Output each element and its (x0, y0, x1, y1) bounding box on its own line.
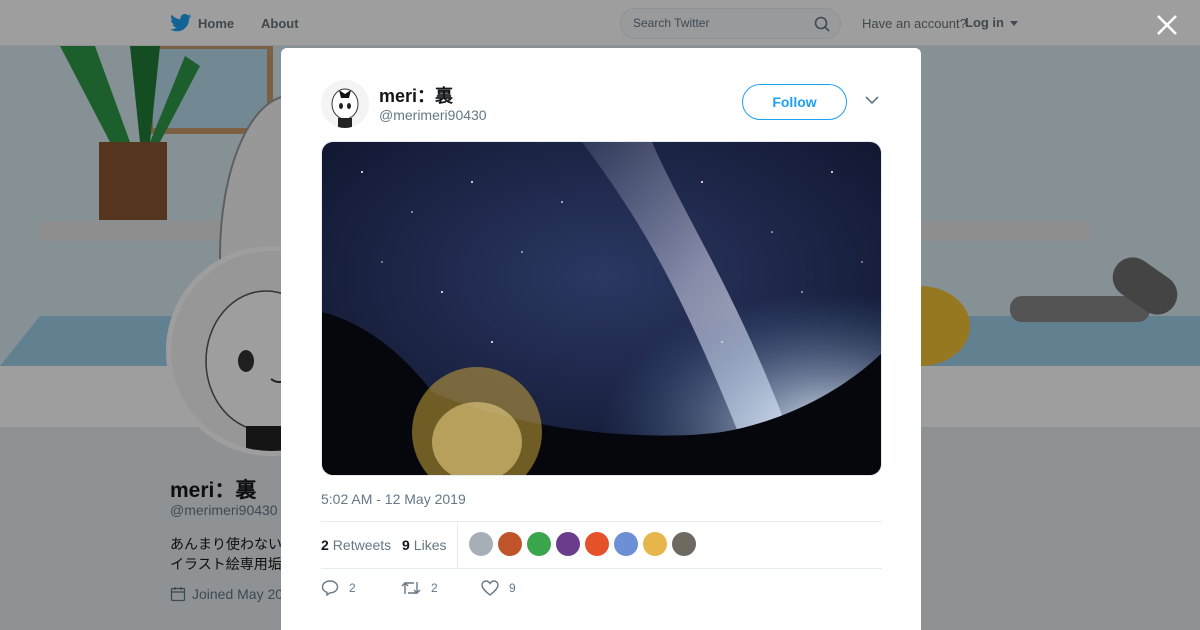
liker-avatar[interactable] (672, 532, 696, 556)
tweet-actions: 2 2 9 (321, 580, 561, 596)
author-avatar[interactable] (321, 80, 369, 128)
tweet-timestamp[interactable]: 5:02 AM - 12 May 2019 (321, 491, 466, 507)
reply-icon (321, 580, 339, 596)
likes-stat[interactable]: 9 Likes (402, 537, 446, 553)
retweets-label: Retweets (332, 537, 392, 553)
retweet-button[interactable]: 2 (401, 580, 481, 596)
retweet-icon (401, 582, 421, 594)
liker-avatar[interactable] (498, 532, 522, 556)
like-icon (481, 580, 499, 596)
like-button[interactable]: 9 (481, 580, 561, 596)
tweet-photo[interactable] (321, 141, 882, 476)
close-icon (1157, 15, 1177, 35)
liker-avatar[interactable] (556, 532, 580, 556)
reply-button[interactable]: 2 (321, 580, 401, 596)
tweet-stats: 2 Retweets 9 Likes (321, 521, 882, 569)
likes-count: 9 (402, 537, 410, 553)
liker-avatar[interactable] (614, 532, 638, 556)
reply-count: 2 (349, 581, 356, 595)
retweets-count: 2 (321, 537, 329, 553)
liker-avatar[interactable] (643, 532, 667, 556)
milky-way-photo (322, 142, 881, 475)
liker-avatar[interactable] (469, 532, 493, 556)
tweet-modal: meri：裏 @merimeri90430 Follow 5:02 AM - 1… (281, 48, 921, 630)
author-avatar-illustration (321, 80, 369, 128)
liker-avatar[interactable] (527, 532, 551, 556)
chevron-down-icon[interactable] (865, 95, 879, 105)
stats-divider (457, 522, 458, 569)
close-modal-button[interactable] (1154, 12, 1180, 38)
author-handle[interactable]: @merimeri90430 (379, 107, 487, 123)
like-count: 9 (509, 581, 516, 595)
likers-avatars (469, 532, 696, 556)
liker-avatar[interactable] (585, 532, 609, 556)
retweets-stat[interactable]: 2 Retweets (321, 537, 391, 553)
likes-label: Likes (413, 537, 447, 553)
retweet-count: 2 (431, 581, 438, 595)
follow-button[interactable]: Follow (742, 84, 847, 120)
author-name[interactable]: meri：裏 (379, 82, 453, 108)
